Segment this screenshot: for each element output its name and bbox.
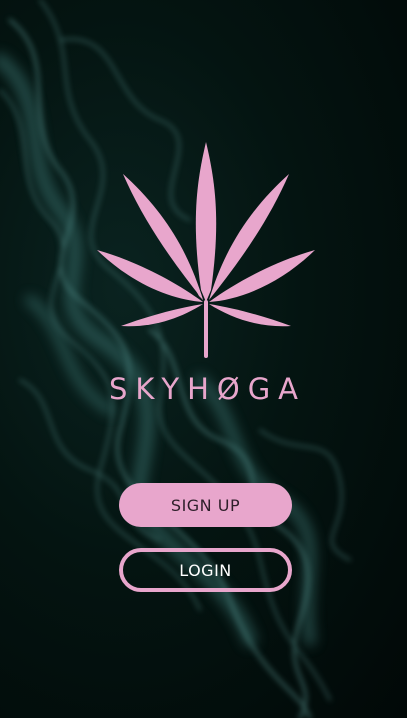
brand-name: SKYHØGA	[108, 372, 307, 406]
login-button[interactable]: LOGIN	[119, 548, 292, 592]
cannabis-leaf-icon	[97, 142, 315, 358]
login-label: LOGIN	[179, 560, 232, 580]
sign-up-label: SIGN UP	[170, 495, 241, 515]
sign-up-button[interactable]: SIGN UP	[119, 483, 292, 527]
welcome-screen: SKYHØGA SIGN UP LOGIN	[0, 0, 407, 718]
